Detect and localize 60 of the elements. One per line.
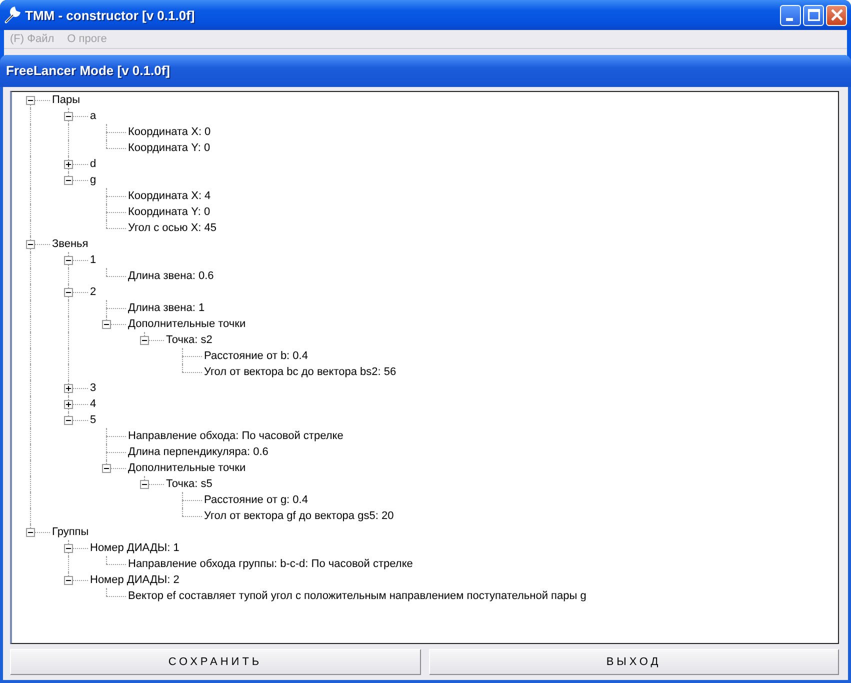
tree-item[interactable]: Угол с осью X: 45	[126, 222, 217, 234]
panel-title: FreeLancer Mode [v 0.1.0f]	[0, 55, 851, 87]
collapse-icon[interactable]	[64, 112, 73, 121]
wrench-icon	[3, 6, 21, 24]
collapse-icon[interactable]	[26, 528, 35, 537]
tree-item[interactable]: Точка: s2	[164, 334, 212, 346]
window-title: TMM - constructor [v 0.1.0f]	[25, 8, 196, 22]
action-button[interactable]: ВЫХОД	[428, 649, 839, 675]
tree-item[interactable]: Координата X: 0	[126, 126, 211, 138]
tree-item[interactable]: Вектор ef составляет тупой угол с положительным направлением поступательной пары g	[126, 590, 586, 602]
tree-item[interactable]: 1	[88, 254, 96, 266]
tree-item[interactable]: 5	[88, 414, 96, 426]
collapse-icon[interactable]	[64, 288, 73, 297]
minimize-button[interactable]	[780, 4, 801, 26]
tree-item[interactable]: Пары	[50, 94, 80, 106]
tree-item[interactable]: Расстояние от b: 0.4	[202, 350, 308, 362]
tree-item[interactable]: Дополнительные точки	[126, 318, 246, 330]
close-button[interactable]	[826, 4, 847, 26]
tree-item[interactable]: Длина звена: 1	[126, 302, 205, 314]
expand-icon[interactable]	[64, 384, 73, 393]
collapse-icon[interactable]	[26, 240, 35, 249]
collapse-icon[interactable]	[64, 576, 73, 585]
expand-icon[interactable]	[64, 400, 73, 409]
tree-item[interactable]: Номер ДИАДЫ: 2	[88, 574, 180, 586]
tree-item[interactable]: 3	[88, 382, 96, 394]
tree-item[interactable]: Координата Y: 0	[126, 142, 210, 154]
tree-item[interactable]: a	[88, 110, 96, 122]
tree-item[interactable]: Расстояние от g: 0.4	[202, 494, 308, 506]
tree-item[interactable]: g	[88, 174, 96, 186]
collapse-icon[interactable]	[26, 96, 35, 105]
expand-icon[interactable]	[64, 160, 73, 169]
tree-item[interactable]: Направление обхода группы: b-c-d: По часовой стрелке	[126, 558, 413, 570]
collapse-icon[interactable]	[64, 544, 73, 553]
collapse-icon[interactable]	[102, 320, 111, 329]
action-button[interactable]: СОХРАНИТЬ	[10, 649, 420, 675]
tree-item[interactable]: Длина звена: 0.6	[126, 270, 214, 282]
collapse-icon[interactable]	[102, 464, 111, 473]
tree-item[interactable]: Длина перпендикуляра: 0.6	[126, 446, 268, 458]
collapse-icon[interactable]	[64, 176, 73, 185]
tree-item[interactable]: d	[88, 158, 96, 170]
tree-item[interactable]: Координата Y: 0	[126, 206, 210, 218]
tree-item[interactable]: Дополнительные точки	[126, 462, 246, 474]
tree-item[interactable]: Точка: s5	[164, 478, 212, 490]
tree-item[interactable]: Звенья	[50, 238, 88, 250]
collapse-icon[interactable]	[140, 480, 149, 489]
tree-item[interactable]: Направление обхода: По часовой стрелке	[126, 430, 344, 442]
collapse-icon[interactable]	[64, 416, 73, 425]
minimize-icon	[786, 18, 792, 21]
collapse-icon[interactable]	[140, 336, 149, 345]
tree-item[interactable]: 2	[88, 286, 96, 298]
tree-item[interactable]: Угол от вектора gf до вектора gs5: 20	[202, 510, 394, 522]
tree-item[interactable]: Угол от вектора bc до вектора bs2: 56	[202, 366, 396, 378]
tree-item[interactable]: Группы	[50, 526, 89, 538]
close-icon	[830, 9, 842, 21]
collapse-icon[interactable]	[64, 256, 73, 265]
maximize-icon	[808, 9, 820, 21]
tree-item[interactable]: 4	[88, 398, 96, 410]
tree-item[interactable]: Номер ДИАДЫ: 1	[88, 542, 180, 554]
maximize-button[interactable]	[803, 4, 824, 26]
tree-item[interactable]: Координата X: 4	[126, 190, 211, 202]
